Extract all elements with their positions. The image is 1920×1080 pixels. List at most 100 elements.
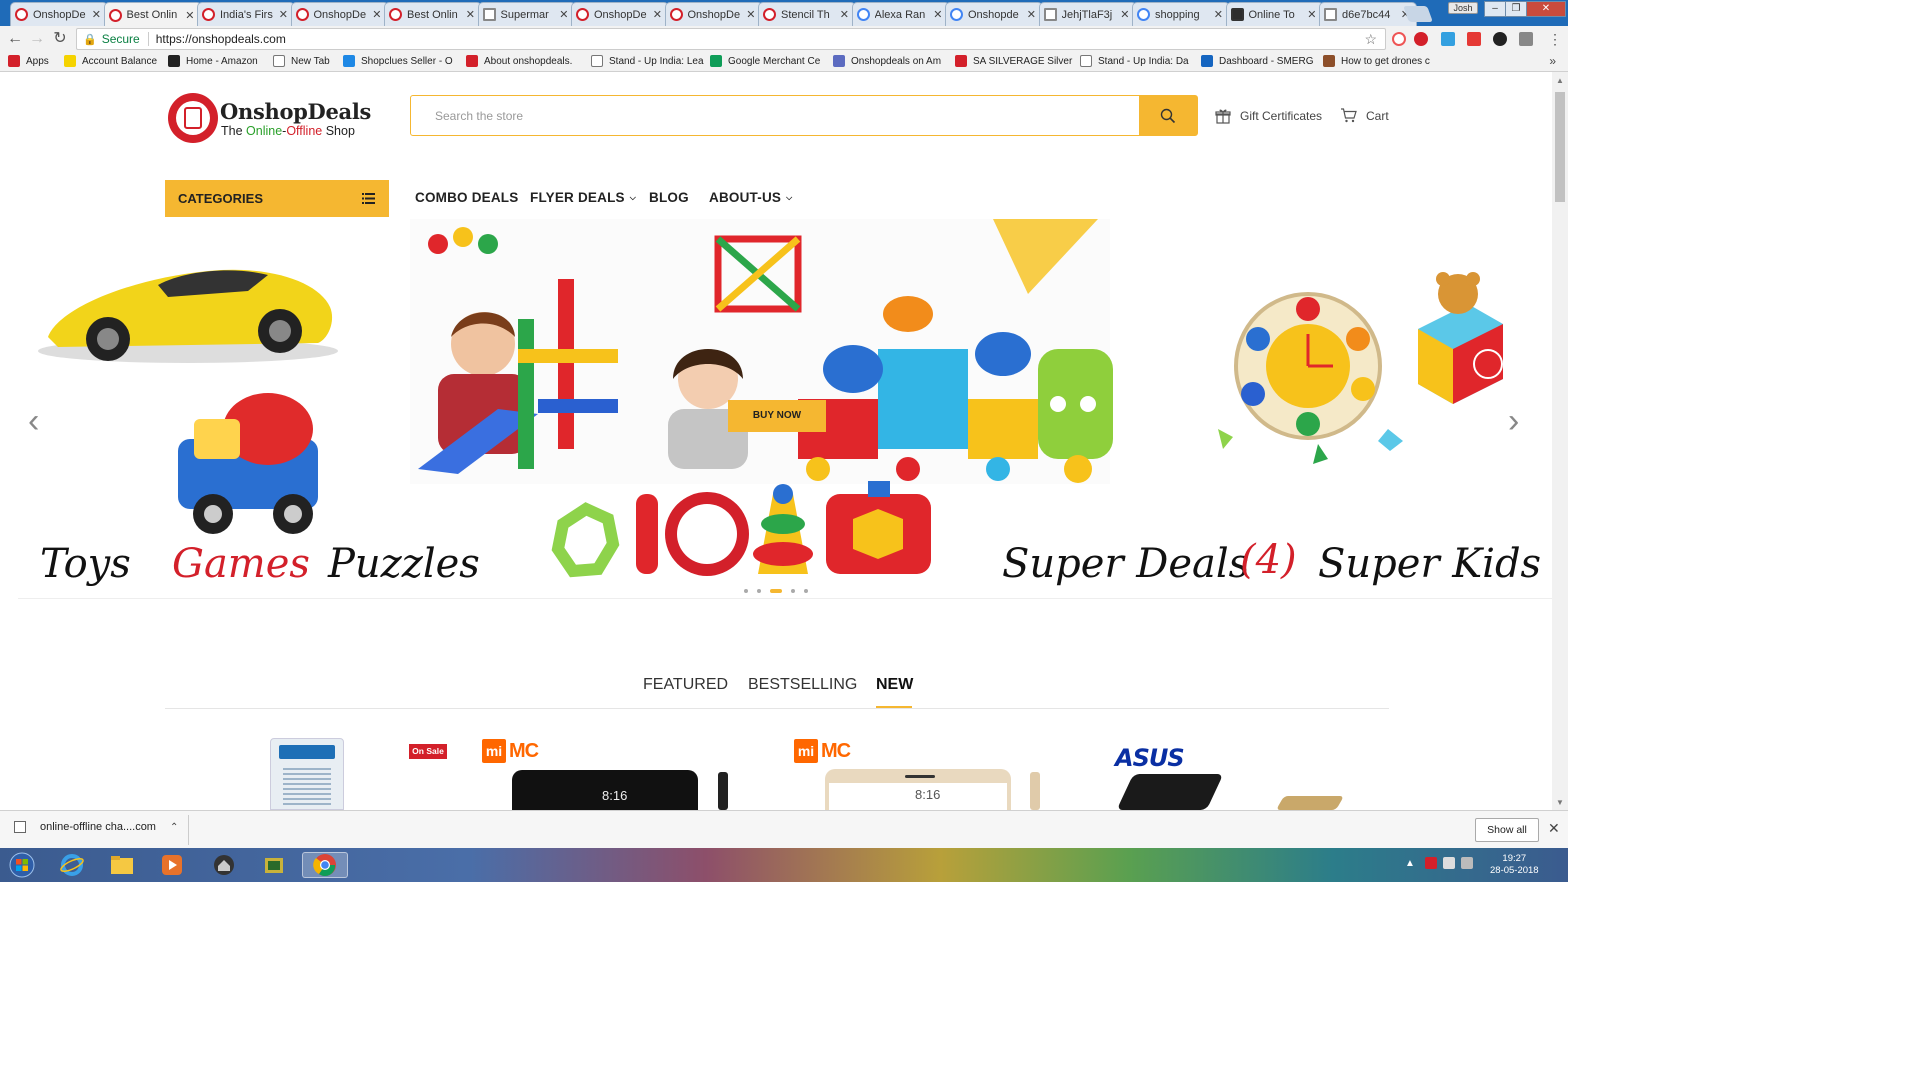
browser-tab[interactable]: Alexa Ran ✕: [851, 2, 950, 26]
tab-close-icon[interactable]: ✕: [466, 8, 475, 21]
bookmark-item[interactable]: Shopclues Seller - O: [343, 55, 453, 67]
browser-tab[interactable]: d6e7bc44✕: [1319, 2, 1417, 26]
slider-dot[interactable]: [744, 589, 748, 593]
bookmark-item[interactable]: Onshopdeals on Am: [833, 55, 941, 67]
browser-tab[interactable]: OnshopDe ✕: [290, 2, 389, 26]
gift-certificates-link[interactable]: Gift Certificates: [1215, 108, 1322, 124]
site-logo[interactable]: OnshopDeals The Online-Offline Shop: [168, 91, 371, 146]
tab-bestselling[interactable]: BESTSELLING: [748, 676, 857, 694]
browser-tab[interactable]: Supermar ✕: [477, 2, 576, 26]
scrollbar-thumb[interactable]: [1555, 92, 1565, 202]
media-player-icon[interactable]: [152, 852, 192, 878]
scroll-down-icon[interactable]: ▼: [1556, 798, 1564, 807]
chrome-icon[interactable]: [302, 852, 348, 878]
page-scrollbar[interactable]: ▲ ▼: [1552, 72, 1568, 810]
browser-tab[interactable]: OnshopDe ✕: [10, 2, 108, 26]
tab-close-icon[interactable]: ✕: [840, 8, 849, 21]
tab-close-icon[interactable]: ✕: [92, 8, 101, 21]
categories-button[interactable]: CATEGORIES: [165, 180, 389, 217]
bookmark-item[interactable]: Stand - Up India: Da: [1080, 55, 1189, 67]
product-image-phone-black[interactable]: 8:16: [512, 770, 698, 810]
tab-close-icon[interactable]: ✕: [559, 8, 568, 21]
bookmark-item[interactable]: SA SILVERAGE Silver: [955, 55, 1072, 67]
buy-now-button[interactable]: BUY NOW: [728, 400, 826, 432]
bookmark-item[interactable]: Home - Amazon: [168, 55, 258, 67]
slider-dot[interactable]: [770, 589, 782, 593]
tab-close-icon[interactable]: ✕: [185, 9, 194, 22]
extension-icon[interactable]: [1392, 32, 1406, 46]
browser-tab[interactable]: JehjTlaF3j ✕: [1038, 2, 1137, 26]
nav-about-us[interactable]: ABOUT-US ⌵: [709, 190, 792, 205]
more-bookmarks-icon[interactable]: »: [1549, 54, 1556, 68]
bookmark-item[interactable]: Account Balance: [64, 55, 157, 67]
bookmark-star-icon[interactable]: ☆: [1364, 31, 1377, 48]
pinterest-icon[interactable]: [1414, 32, 1428, 46]
url-text[interactable]: https://onshopdeals.com: [156, 32, 286, 46]
bookmark-item[interactable]: Apps: [8, 55, 49, 67]
slider-prev-arrow[interactable]: ‹: [28, 402, 39, 441]
browser-tab[interactable]: OnshopDe ✕: [571, 2, 669, 26]
file-explorer-icon[interactable]: [102, 852, 142, 878]
tab-close-icon[interactable]: ✕: [1214, 8, 1223, 21]
slider-dot[interactable]: [757, 589, 761, 593]
tab-new[interactable]: NEW: [876, 676, 913, 694]
tab-close-icon[interactable]: ✕: [1307, 8, 1316, 21]
product-image-asus-phone[interactable]: [1116, 774, 1224, 810]
close-icon[interactable]: ✕: [1548, 820, 1560, 837]
browser-menu-icon[interactable]: ⋮: [1548, 31, 1562, 48]
system-clock[interactable]: 19:27 28-05-2018: [1490, 853, 1539, 877]
app-icon[interactable]: [204, 852, 244, 878]
maximize-button[interactable]: ❐: [1505, 1, 1527, 17]
bookmark-item[interactable]: Google Merchant Ce: [710, 55, 820, 67]
tab-close-icon[interactable]: ✕: [746, 8, 755, 21]
slider-dot[interactable]: [804, 589, 808, 593]
nav-flyer-deals[interactable]: FLYER DEALS ⌵: [530, 190, 636, 205]
browser-tab[interactable]: India's Firs ✕: [197, 2, 295, 26]
start-button[interactable]: [2, 852, 42, 878]
tab-close-icon[interactable]: ✕: [933, 8, 942, 21]
tab-featured[interactable]: FEATURED: [643, 676, 728, 694]
slider-next-arrow[interactable]: ›: [1508, 402, 1519, 441]
network-icon[interactable]: [1442, 857, 1455, 869]
browser-tab[interactable]: Online To ✕: [1225, 2, 1324, 26]
forward-arrow-icon[interactable]: →: [28, 30, 46, 48]
close-window-button[interactable]: ✕: [1526, 1, 1566, 17]
cart-link[interactable]: Cart: [1340, 108, 1389, 123]
extension-icon[interactable]: [1519, 32, 1533, 46]
bookmark-item[interactable]: Stand - Up India: Lea: [591, 55, 704, 67]
browser-tab[interactable]: shopping ✕: [1132, 2, 1230, 26]
browser-tab[interactable]: Best Onlin ✕: [384, 2, 482, 26]
reload-icon[interactable]: ↻: [51, 30, 69, 48]
tab-close-icon[interactable]: ✕: [1027, 8, 1036, 21]
search-input[interactable]: [411, 96, 1139, 135]
browser-tab[interactable]: Onshopde ✕: [945, 2, 1043, 26]
minimize-button[interactable]: –: [1484, 1, 1506, 17]
scroll-up-icon[interactable]: ▲: [1556, 76, 1564, 85]
product-image-air-cooler[interactable]: [270, 738, 344, 810]
back-arrow-icon[interactable]: ←: [6, 30, 24, 48]
tray-app-icon[interactable]: [1424, 857, 1437, 869]
extension-icon[interactable]: [1493, 32, 1507, 46]
bookmark-item[interactable]: Dashboard - SMERG: [1201, 55, 1313, 67]
tab-close-icon[interactable]: ✕: [279, 8, 288, 21]
search-button[interactable]: [1139, 96, 1197, 135]
extension-icon[interactable]: [1441, 32, 1455, 46]
tab-close-icon[interactable]: ✕: [653, 8, 662, 21]
nav-blog[interactable]: BLOG: [649, 190, 689, 205]
internet-explorer-icon[interactable]: [52, 852, 92, 878]
tab-close-icon[interactable]: ✕: [1120, 8, 1129, 21]
browser-tab[interactable]: Stencil Th ✕: [758, 2, 856, 26]
volume-icon[interactable]: [1460, 857, 1473, 869]
chevron-up-icon[interactable]: ⌃: [170, 822, 178, 833]
tray-expand-icon[interactable]: ▲: [1405, 858, 1415, 869]
slider-dot[interactable]: [791, 589, 795, 593]
url-omnibox[interactable]: 🔒 Secure https://onshopdeals.com ☆: [76, 28, 1386, 50]
profile-button[interactable]: Josh: [1448, 2, 1478, 14]
browser-tab[interactable]: Best Onlin ✕: [103, 2, 202, 27]
bookmark-item[interactable]: New Tab: [273, 55, 330, 67]
bookmark-item[interactable]: About onshopdeals.: [466, 55, 572, 67]
tab-close-icon[interactable]: ✕: [372, 8, 381, 21]
bookmark-item[interactable]: How to get drones c: [1323, 55, 1430, 67]
extension-icon[interactable]: [1467, 32, 1481, 46]
app-icon[interactable]: [254, 852, 294, 878]
